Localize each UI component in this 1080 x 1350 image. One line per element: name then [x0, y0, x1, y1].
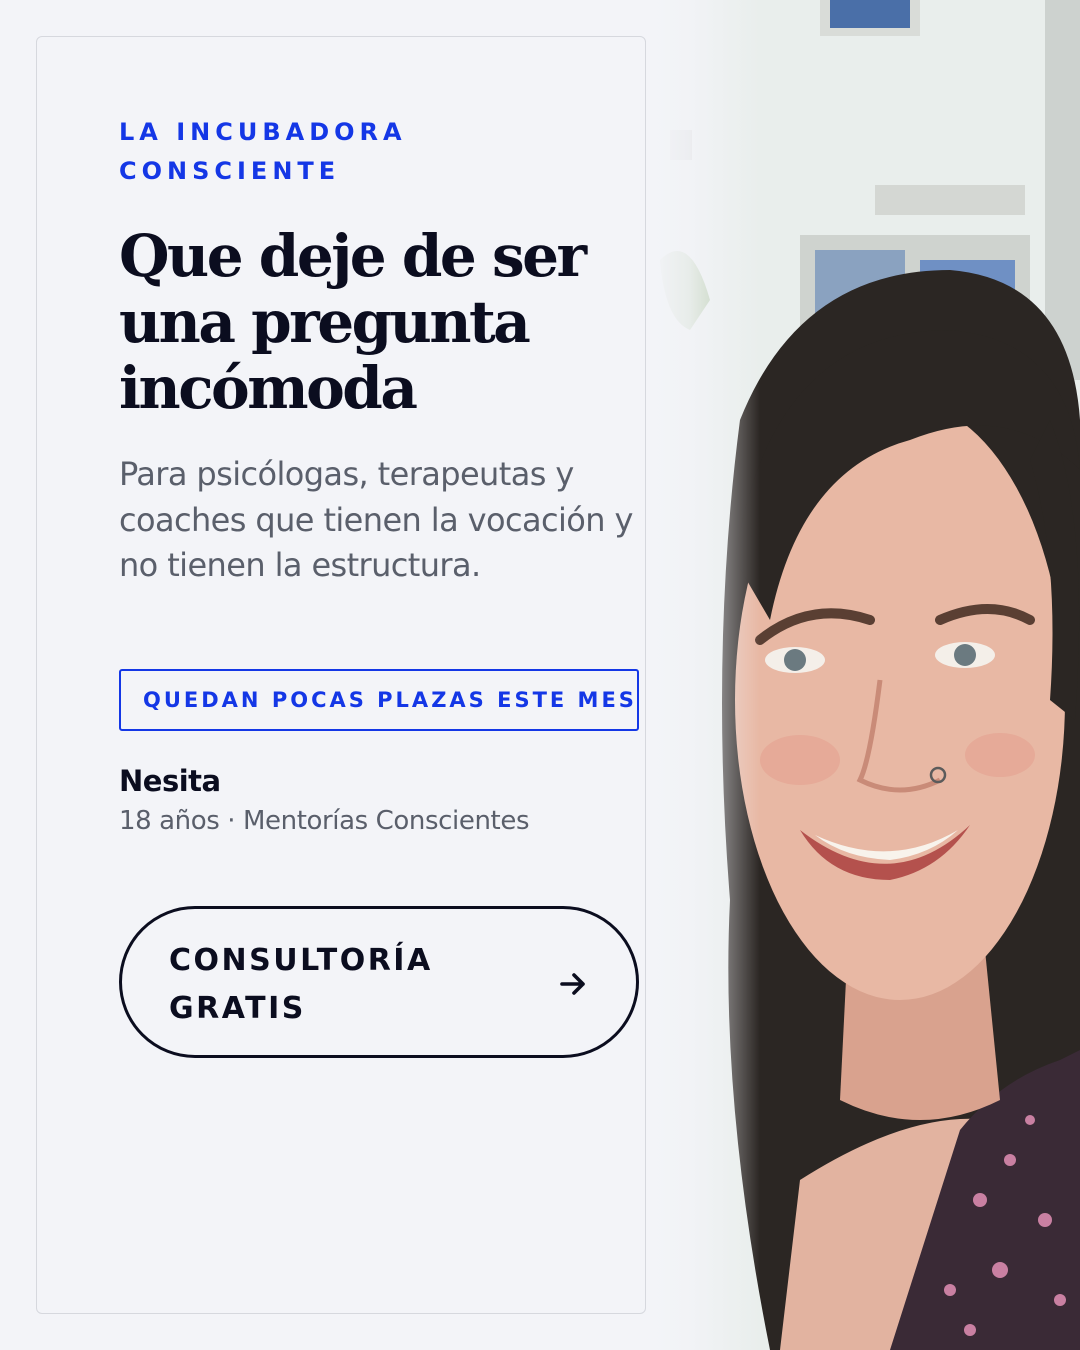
free-consultation-label: CONSULTORÍA GRATIS: [169, 943, 433, 1026]
headline: Que deje de ser una pregunta incómoda: [119, 222, 587, 422]
brand-eyebrow: LA INCUBADORA CONSCIENTE: [119, 118, 407, 185]
portrait-photo: [650, 0, 1080, 1350]
author-meta: 18 años · Mentorías Conscientes: [119, 806, 530, 836]
photo-fade-overlay: [650, 0, 760, 1350]
free-consultation-button[interactable]: CONSULTORÍA GRATIS: [119, 906, 639, 1058]
content-card: LA INCUBADORA CONSCIENTE Que deje de ser…: [36, 36, 646, 1314]
scarcity-badge-label: QUEDAN POCAS PLAZAS ESTE MES: [143, 688, 637, 712]
scarcity-badge: QUEDAN POCAS PLAZAS ESTE MES: [119, 669, 639, 731]
subtitle: Para psicólogas, terapeutas y coaches qu…: [119, 455, 633, 584]
arrow-right-icon: [560, 973, 585, 995]
author-name: Nesita: [119, 764, 221, 798]
